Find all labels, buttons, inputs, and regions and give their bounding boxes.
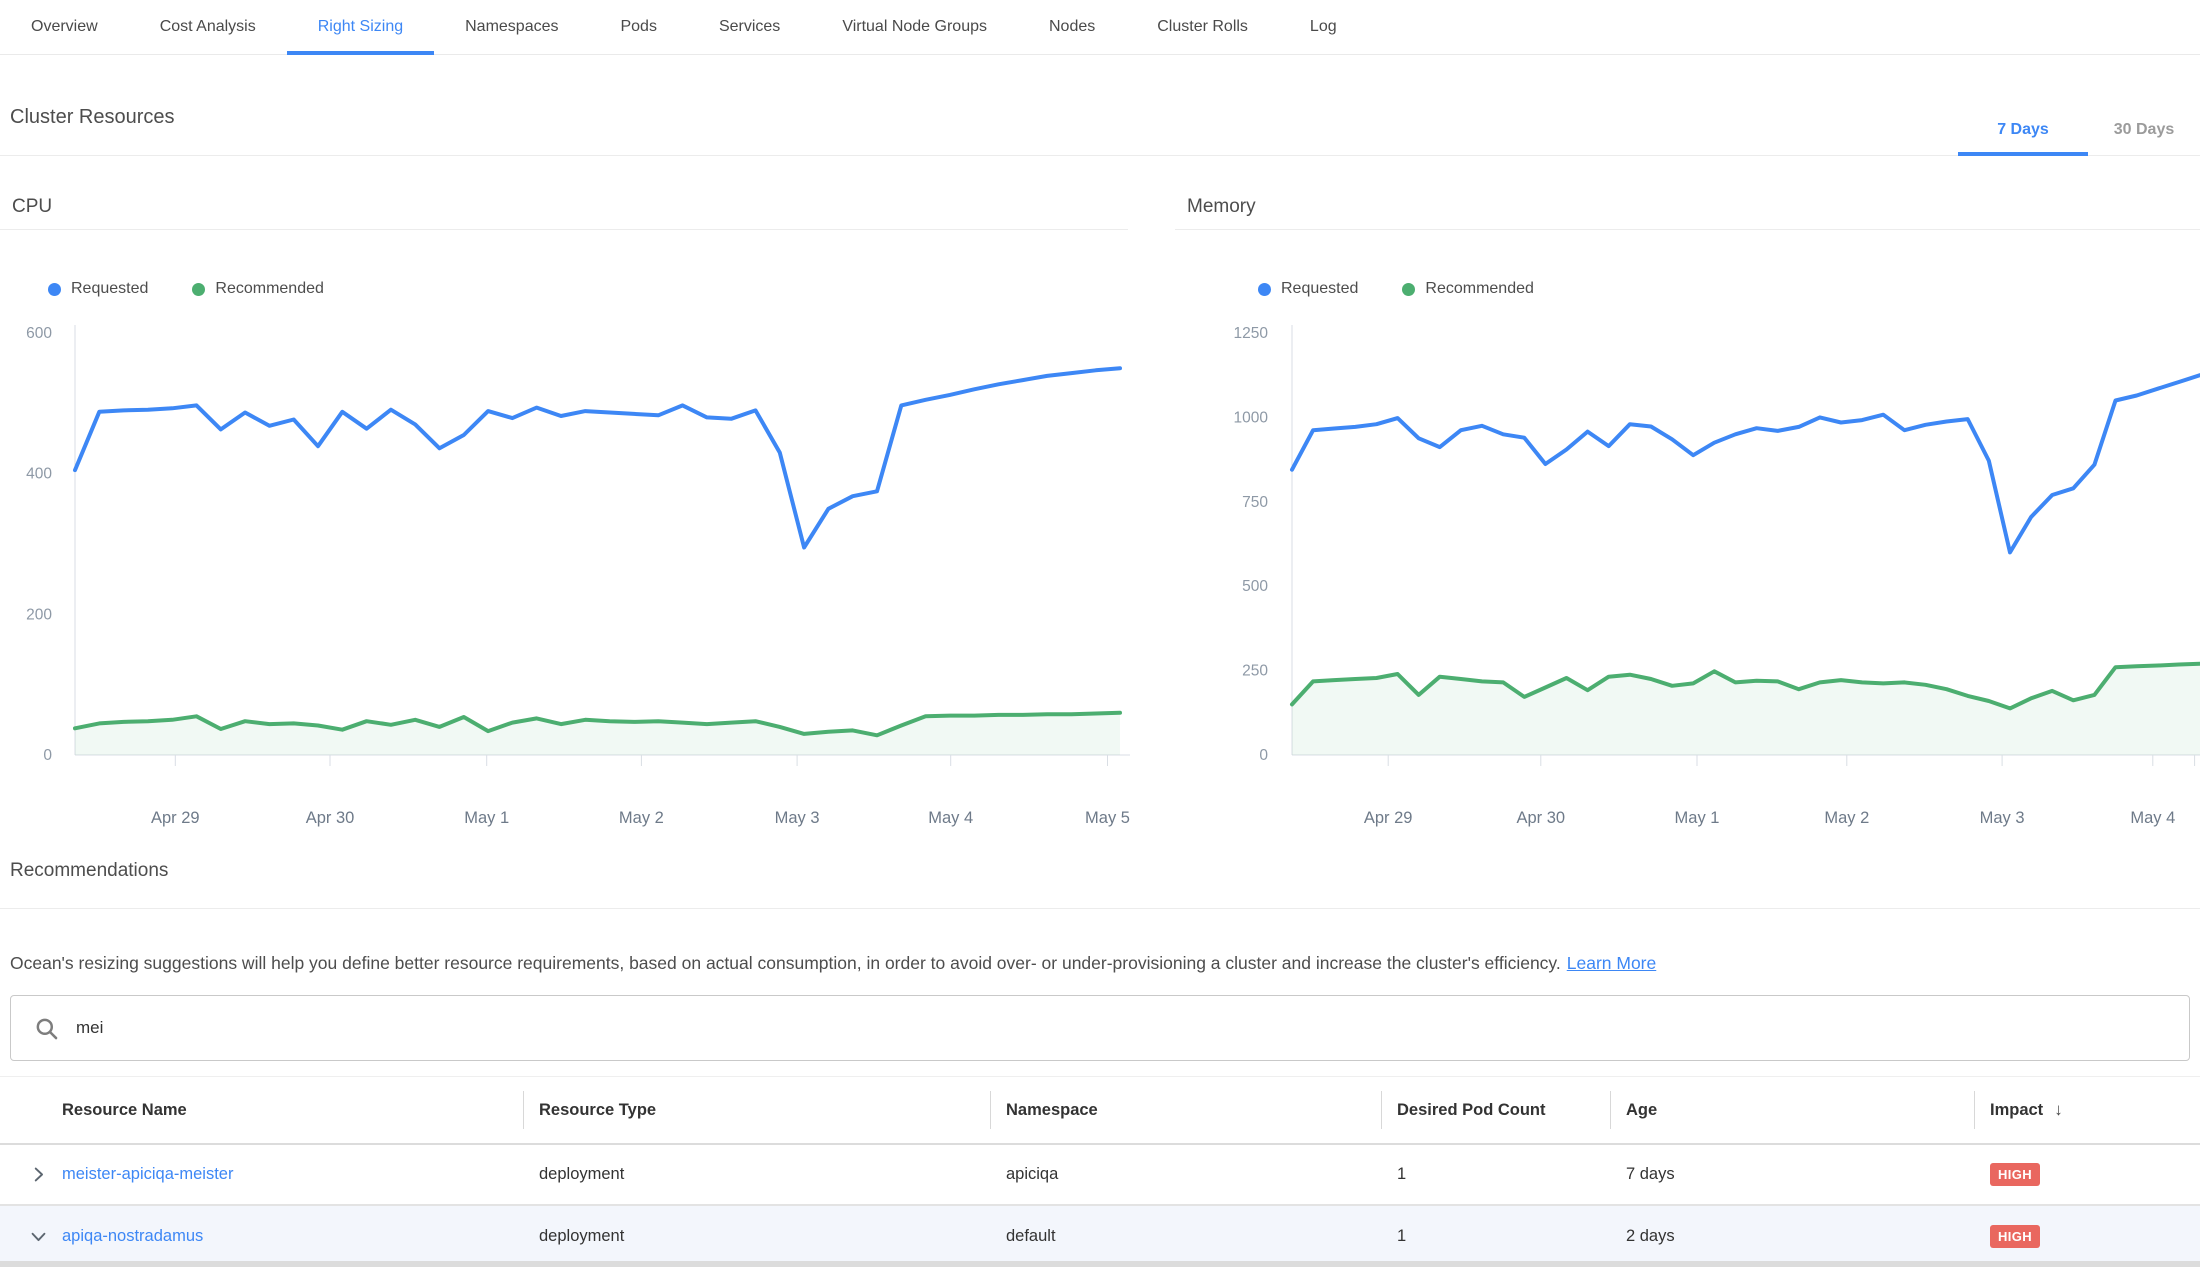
- cpu-chart-legend: Requested Recommended: [48, 280, 324, 298]
- svg-text:500: 500: [1242, 578, 1268, 595]
- namespace-cell: default: [990, 1227, 1381, 1246]
- memory-panel-divider: [1175, 229, 2200, 230]
- table-row[interactable]: meister-apiciqa-meister deployment apici…: [0, 1145, 2200, 1206]
- svg-text:Apr 30: Apr 30: [1516, 809, 1565, 827]
- cpu-panel-divider: [0, 229, 1128, 230]
- tab-cluster-rolls[interactable]: Cluster Rolls: [1126, 0, 1279, 54]
- chevron-right-icon[interactable]: [28, 1165, 48, 1185]
- age-cell: 2 days: [1610, 1227, 1974, 1246]
- tab-right-sizing[interactable]: Right Sizing: [287, 0, 434, 54]
- cpu-legend-requested[interactable]: Requested: [48, 280, 148, 298]
- svg-text:May 4: May 4: [928, 809, 973, 827]
- tab-nodes[interactable]: Nodes: [1018, 0, 1126, 54]
- impact-high-badge: HIGH: [1990, 1225, 2040, 1248]
- table-row-expanded[interactable]: apiqa-nostradamus deployment default 1 2…: [0, 1206, 2200, 1267]
- recommendations-divider: [0, 908, 2200, 909]
- resource-name-link[interactable]: apiqa-nostradamus: [62, 1227, 203, 1246]
- svg-text:600: 600: [26, 325, 52, 342]
- resource-type-cell: deployment: [523, 1165, 990, 1184]
- desired-pod-count-cell: 1: [1381, 1227, 1610, 1246]
- chevron-down-icon[interactable]: [28, 1227, 48, 1247]
- svg-text:May 3: May 3: [775, 809, 820, 827]
- tab-cost-analysis[interactable]: Cost Analysis: [129, 0, 287, 54]
- cpu-legend-recommended[interactable]: Recommended: [192, 280, 324, 298]
- recommendations-description: Ocean's resizing suggestions will help y…: [10, 953, 2180, 974]
- sort-descending-icon[interactable]: ↓: [2054, 1100, 2063, 1120]
- col-header-resource-name[interactable]: Resource Name: [0, 1077, 523, 1143]
- svg-text:May 2: May 2: [619, 809, 664, 827]
- resource-search-box: [10, 995, 2190, 1061]
- col-header-resource-type[interactable]: Resource Type: [523, 1077, 990, 1143]
- svg-text:May 1: May 1: [464, 809, 509, 827]
- recommended-series-dot-icon: [192, 283, 205, 296]
- table-header-row: Resource Name Resource Type Namespace De…: [0, 1076, 2200, 1145]
- svg-text:0: 0: [1259, 747, 1268, 764]
- col-header-desired-pod-count[interactable]: Desired Pod Count: [1381, 1077, 1610, 1143]
- svg-text:Apr 29: Apr 29: [151, 809, 200, 827]
- svg-text:Apr 30: Apr 30: [306, 809, 355, 827]
- resource-name-link[interactable]: meister-apiciqa-meister: [62, 1165, 233, 1184]
- recommended-series-dot-icon: [1402, 283, 1415, 296]
- svg-text:400: 400: [26, 466, 52, 483]
- right-sizing-page: Overview Cost Analysis Right Sizing Name…: [0, 0, 2200, 1264]
- desired-pod-count-cell: 1: [1381, 1165, 1610, 1184]
- resource-type-cell: deployment: [523, 1227, 990, 1246]
- col-header-namespace[interactable]: Namespace: [990, 1077, 1381, 1143]
- col-header-impact[interactable]: Impact↓: [1974, 1077, 2200, 1143]
- page-title: Cluster Resources: [10, 106, 175, 129]
- tab-pods[interactable]: Pods: [589, 0, 687, 54]
- svg-text:0: 0: [43, 747, 52, 764]
- range-30-days-tab[interactable]: 30 Days: [2088, 107, 2200, 156]
- search-icon: [33, 1015, 60, 1042]
- memory-legend-requested[interactable]: Requested: [1258, 280, 1358, 298]
- memory-chart-title: Memory: [1187, 196, 1256, 218]
- svg-text:250: 250: [1242, 663, 1268, 680]
- requested-series-dot-icon: [48, 283, 61, 296]
- svg-text:May 2: May 2: [1824, 809, 1869, 827]
- memory-legend-recommended[interactable]: Recommended: [1402, 280, 1534, 298]
- requested-series-dot-icon: [1258, 283, 1271, 296]
- recommendations-title: Recommendations: [10, 860, 168, 882]
- col-header-age[interactable]: Age: [1610, 1077, 1974, 1143]
- svg-text:May 5: May 5: [1085, 809, 1130, 827]
- svg-text:May 1: May 1: [1675, 809, 1720, 827]
- tab-services[interactable]: Services: [688, 0, 811, 54]
- cluster-resources-header: Cluster Resources 7 Days 30 Days: [0, 54, 2200, 156]
- memory-line-chart: 0 250 500 750 1000 1250 Apr 29 Apr 30 May 1 May 2…: [1175, 320, 2200, 845]
- svg-text:Apr 29: Apr 29: [1364, 809, 1413, 827]
- impact-high-badge: HIGH: [1990, 1163, 2040, 1186]
- age-cell: 7 days: [1610, 1165, 1974, 1184]
- cpu-line-chart: 0 200 400 600 Apr 29 Apr 30 May 1 May 2 May 3 May…: [0, 320, 1130, 845]
- search-input[interactable]: [74, 1017, 2189, 1039]
- tab-virtual-node-groups[interactable]: Virtual Node Groups: [811, 0, 1018, 54]
- svg-text:May 3: May 3: [1980, 809, 2025, 827]
- tab-namespaces[interactable]: Namespaces: [434, 0, 589, 54]
- tab-log[interactable]: Log: [1279, 0, 1368, 54]
- namespace-cell: apiciqa: [990, 1165, 1381, 1184]
- tab-bar: Overview Cost Analysis Right Sizing Name…: [0, 0, 2200, 55]
- range-7-days-tab[interactable]: 7 Days: [1958, 107, 2088, 156]
- svg-text:1250: 1250: [1234, 325, 1269, 342]
- recommendations-table: Resource Name Resource Type Namespace De…: [0, 1076, 2200, 1267]
- svg-text:1000: 1000: [1234, 409, 1269, 426]
- svg-text:May 4: May 4: [2130, 809, 2175, 827]
- svg-text:750: 750: [1242, 494, 1268, 511]
- tab-overview[interactable]: Overview: [0, 0, 129, 54]
- svg-text:200: 200: [26, 606, 52, 623]
- time-range-toggle: 7 Days 30 Days: [1958, 107, 2200, 156]
- cpu-chart-title: CPU: [12, 196, 52, 218]
- learn-more-link[interactable]: Learn More: [1567, 953, 1657, 973]
- memory-chart-legend: Requested Recommended: [1258, 280, 1534, 298]
